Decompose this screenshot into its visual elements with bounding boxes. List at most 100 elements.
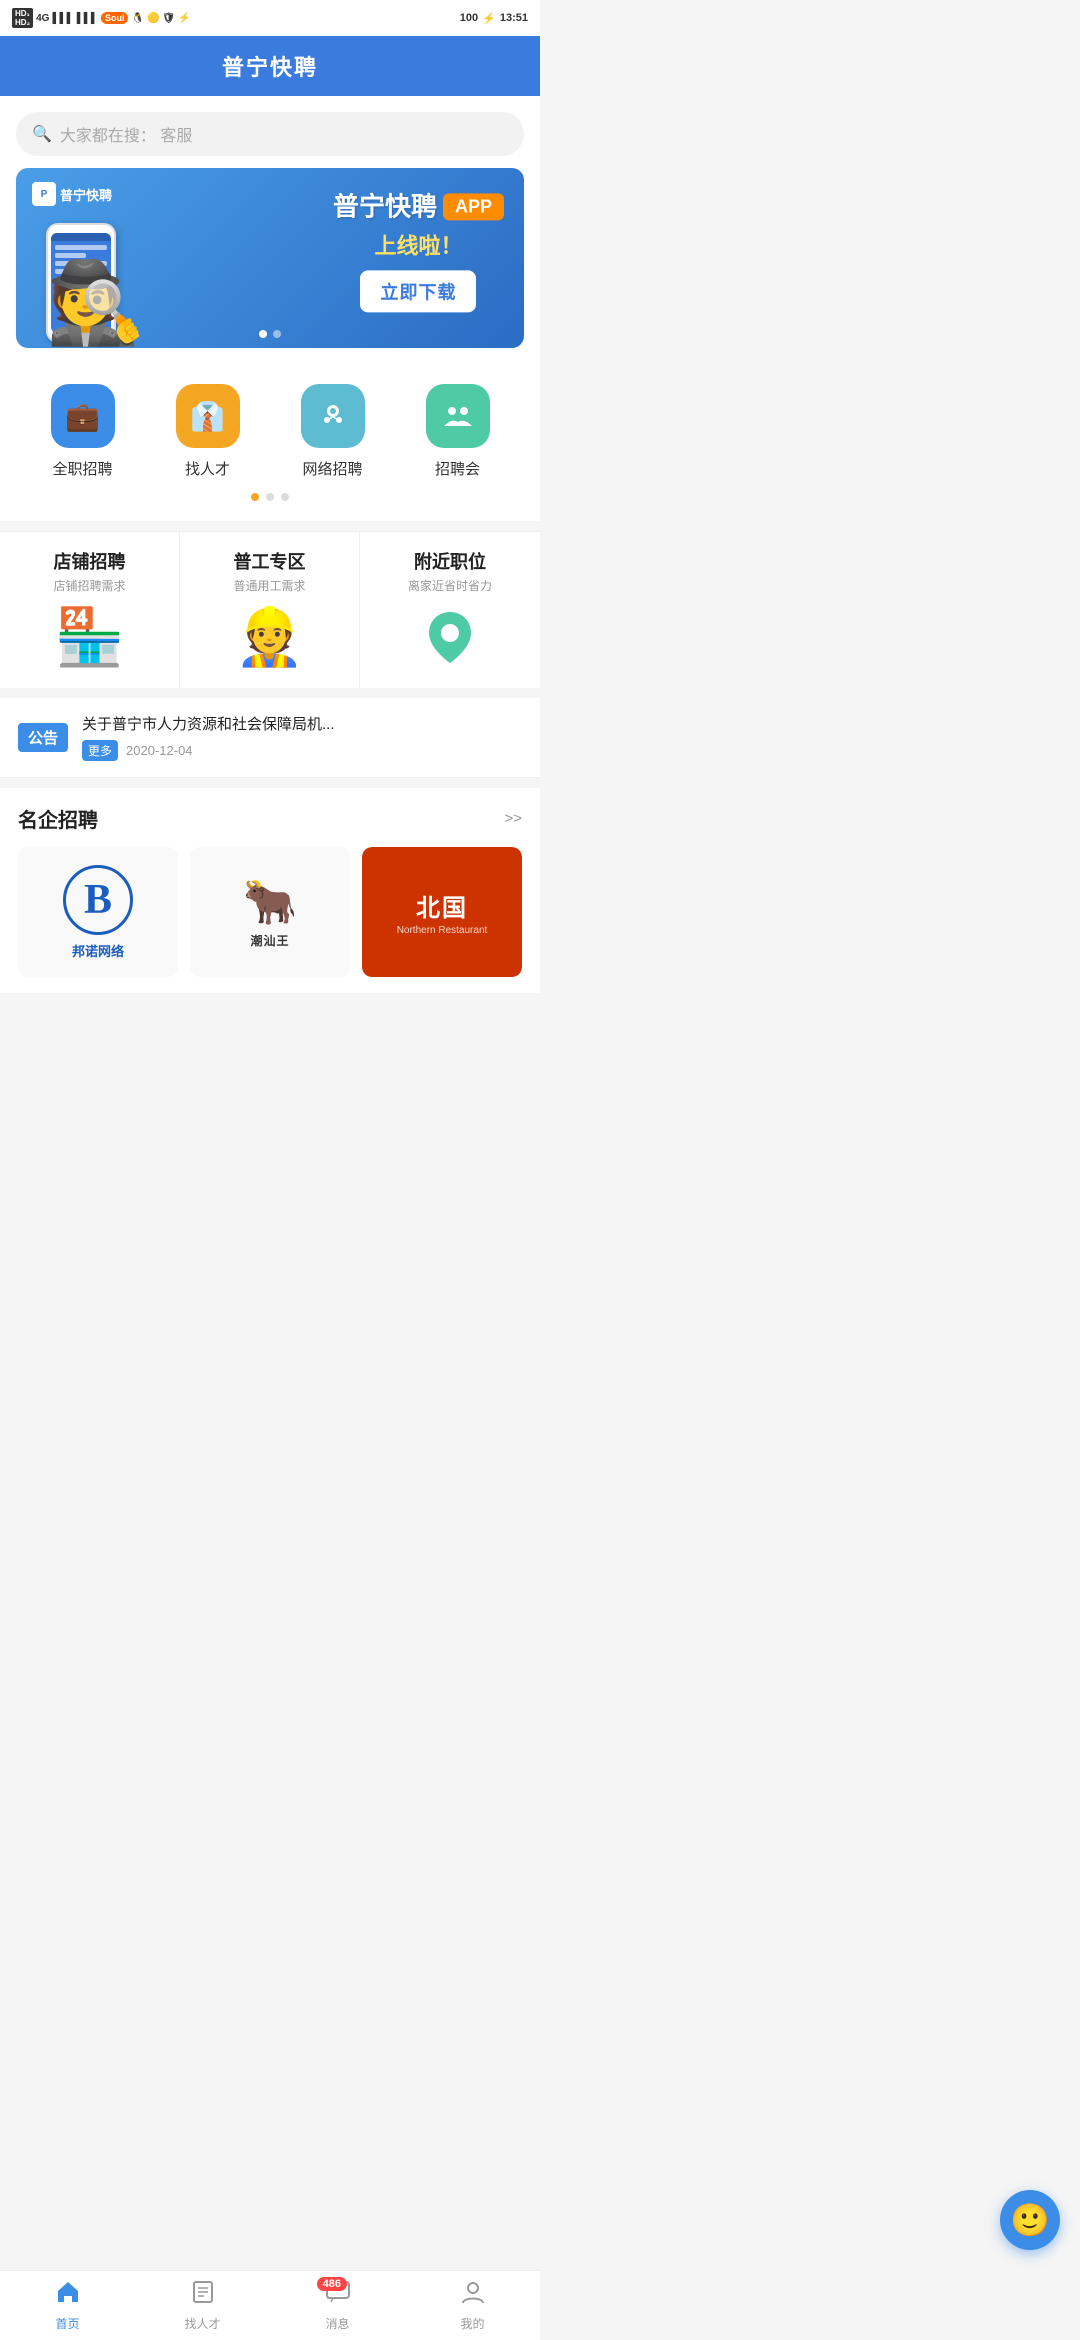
categories-section: 💼 全职招聘 👔 找人才 网络招聘 xyxy=(0,364,540,521)
banner-dot-1 xyxy=(259,330,267,338)
phone-mockup: 🕵️ xyxy=(36,193,136,343)
northern-title: 北国 xyxy=(416,888,468,923)
company-card-chaoshan[interactable]: 🐂 潮汕王 xyxy=(190,847,350,977)
category-label-fulltime: 全职招聘 xyxy=(52,458,112,479)
location-icon xyxy=(420,607,480,667)
charging-icon: ⚡ xyxy=(482,12,496,25)
quick-item-shop[interactable]: 店铺招聘 店铺招聘需求 🏪 xyxy=(0,532,180,688)
bull-icon: 🐂 xyxy=(243,876,298,928)
qq-icon: 🐧 xyxy=(131,13,143,24)
banner-download-button[interactable]: 立即下载 xyxy=(360,271,476,313)
category-row: 💼 全职招聘 👔 找人才 网络招聘 xyxy=(10,384,530,479)
battery-text: 100 xyxy=(460,12,478,24)
hd-badge: HD₁HD₂ xyxy=(12,8,33,28)
status-bar: HD₁HD₂ 4G ▌▌▌ ▌▌▌ Soul 🐧 🟡 🛡 ⚡ 100 ⚡ 13:… xyxy=(0,0,540,36)
company-logo-chaoshan: 🐂 潮汕王 xyxy=(190,847,350,977)
category-icon-fair xyxy=(426,384,490,448)
quick-item-worker[interactable]: 普工专区 普通用工需求 👷 xyxy=(180,532,360,688)
featured-header: 名企招聘 >> xyxy=(18,804,522,833)
quick-sub-nearby: 离家近省时省力 xyxy=(408,577,492,594)
northern-logo: 北国 Northern Restaurant xyxy=(362,847,522,977)
quick-title-nearby: 附近职位 xyxy=(414,548,486,574)
nav-label-message: 消息 xyxy=(325,2315,349,2332)
category-icon-online xyxy=(301,384,365,448)
quick-img-shop: 🏪 xyxy=(50,602,130,672)
quick-sub-shop: 店铺招聘需求 xyxy=(53,577,125,594)
announcement-content[interactable]: 关于普宁市人力资源和社会保障局机... 更多 2020-12-04 xyxy=(82,714,522,761)
category-label-talent: 找人才 xyxy=(185,458,230,479)
announcement-date-row: 更多 2020-12-04 xyxy=(82,740,522,761)
bangnu-name: 邦诺网络 xyxy=(72,941,124,960)
nav-item-profile[interactable]: 我的 xyxy=(405,2271,540,2340)
bottom-navigation: 首页 找人才 486 消息 我的 xyxy=(0,2270,540,2340)
bluetooth-icon: ⚡ xyxy=(178,13,190,24)
banner-image[interactable]: P 普宁快聘 🕵️ xyxy=(16,168,524,348)
beauty-icon: 🟡 xyxy=(147,13,159,24)
company-card-northern[interactable]: 北国 Northern Restaurant xyxy=(362,847,522,977)
nav-label-profile: 我的 xyxy=(460,2315,484,2332)
soul-badge: Soul xyxy=(101,12,129,24)
search-bar[interactable]: 🔍 大家都在搜： 客服 xyxy=(16,112,524,156)
nav-label-home: 首页 xyxy=(55,2315,79,2332)
status-right: 100 ⚡ 13:51 xyxy=(460,12,528,25)
featured-more[interactable]: >> xyxy=(504,810,522,827)
signal-bars: ▌▌▌ xyxy=(52,13,73,24)
companies-grid: B 邦诺网络 🐂 潮汕王 北国 Northern Restaurant xyxy=(18,847,522,977)
network-indicator: 4G xyxy=(36,13,49,24)
search-placeholder-text: 大家都在搜： 客服 xyxy=(60,122,192,146)
nav-label-talent: 找人才 xyxy=(184,2315,220,2332)
category-dots xyxy=(10,479,530,511)
mascot-emoji: 🕵️ xyxy=(46,263,146,343)
search-container: 🔍 大家都在搜： 客服 xyxy=(0,96,540,168)
talent-icon xyxy=(190,2279,216,2312)
quick-img-worker: 👷 xyxy=(230,602,310,672)
app-title: 普宁快聘 xyxy=(222,50,318,82)
vpn-icon: 🛡 xyxy=(162,13,175,24)
nav-item-message[interactable]: 486 消息 xyxy=(270,2271,405,2340)
featured-section: 名企招聘 >> B 邦诺网络 🐂 潮汕王 北国 Northern Restaur… xyxy=(0,788,540,993)
fab-button[interactable]: 🙂 xyxy=(1000,2190,1060,2250)
announcement-more-badge[interactable]: 更多 xyxy=(82,740,118,761)
cat-dot-3 xyxy=(281,493,289,501)
banner-text-area: 普宁快聘 APP 上线啦！ 立即下载 xyxy=(333,191,504,312)
quick-sub-worker: 普通用工需求 xyxy=(233,577,305,594)
northern-subtitle: Northern Restaurant xyxy=(397,925,488,936)
category-label-fair: 招聘会 xyxy=(435,458,480,479)
announcement-date: 2020-12-04 xyxy=(126,743,193,758)
company-card-bangnu[interactable]: B 邦诺网络 xyxy=(18,847,178,977)
quick-title-shop: 店铺招聘 xyxy=(54,548,126,574)
nav-item-home[interactable]: 首页 xyxy=(0,2271,135,2340)
status-left: HD₁HD₂ 4G ▌▌▌ ▌▌▌ Soul 🐧 🟡 🛡 ⚡ xyxy=(12,8,191,28)
profile-icon xyxy=(460,2279,486,2312)
message-badge: 486 xyxy=(317,2277,347,2291)
bangnu-icon: B xyxy=(63,865,133,935)
category-item-online[interactable]: 网络招聘 xyxy=(283,384,383,479)
phone-top-bar xyxy=(51,233,111,241)
cat-dot-2 xyxy=(266,493,274,501)
chaoshan-name: 潮汕王 xyxy=(250,932,289,949)
banner-main-text: 普宁快聘 xyxy=(333,191,437,222)
fab-icon: 🙂 xyxy=(1010,2201,1050,2239)
time-display: 13:51 xyxy=(500,12,528,24)
category-icon-talent: 👔 xyxy=(176,384,240,448)
phone-line-1 xyxy=(55,245,107,250)
banner-sub-text: 上线啦！ xyxy=(333,229,504,261)
category-label-online: 网络招聘 xyxy=(302,458,362,479)
quick-access-section: 店铺招聘 店铺招聘需求 🏪 普工专区 普通用工需求 👷 附近职位 离家近省时省力 xyxy=(0,531,540,688)
quick-img-nearby xyxy=(410,602,490,672)
banner-dots xyxy=(259,330,281,338)
featured-title: 名企招聘 xyxy=(18,804,98,833)
company-logo-bangnu: B 邦诺网络 xyxy=(18,847,178,977)
category-item-talent[interactable]: 👔 找人才 xyxy=(158,384,258,479)
category-item-fair[interactable]: 招聘会 xyxy=(408,384,508,479)
banner-container: P 普宁快聘 🕵️ xyxy=(0,168,540,364)
quick-item-nearby[interactable]: 附近职位 离家近省时省力 xyxy=(360,532,540,688)
announcement-title: 关于普宁市人力资源和社会保障局机... xyxy=(82,714,522,735)
announcement-badge: 公告 xyxy=(18,723,68,752)
app-header: 普宁快聘 xyxy=(0,36,540,96)
shop-icon: 🏪 xyxy=(55,604,125,670)
nav-item-talent[interactable]: 找人才 xyxy=(135,2271,270,2340)
category-item-fulltime[interactable]: 💼 全职招聘 xyxy=(33,384,133,479)
home-icon xyxy=(55,2279,81,2312)
chaoshan-logo: 🐂 潮汕王 xyxy=(243,876,298,949)
